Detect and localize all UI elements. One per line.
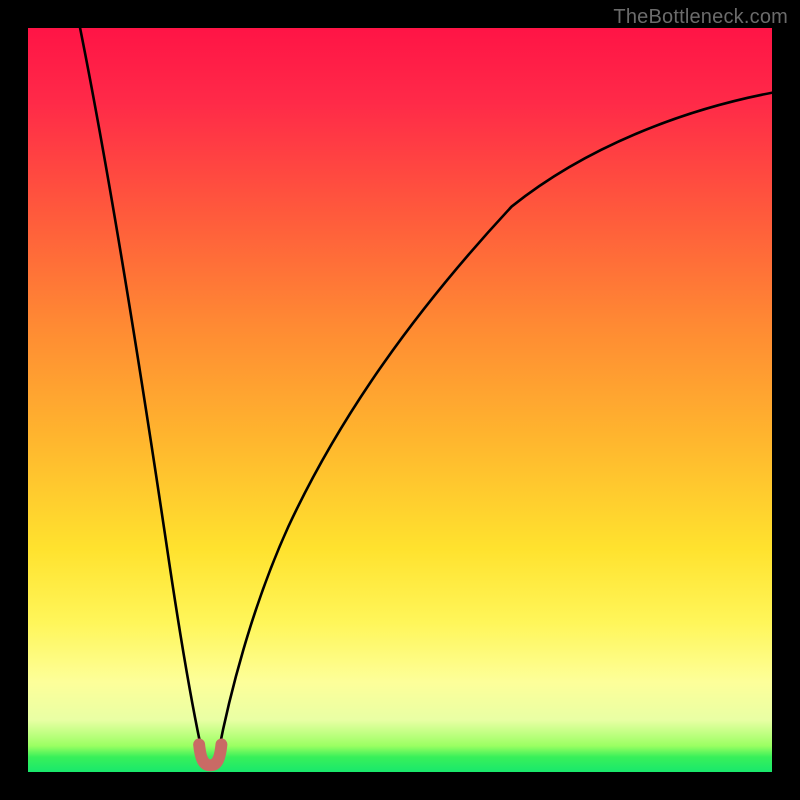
plot-area [28,28,772,772]
curves-svg [28,28,772,772]
curve-right-branch [218,93,772,756]
chart-frame: TheBottleneck.com [0,0,800,800]
valley-marker [199,744,221,765]
curve-left-branch [80,28,203,756]
watermark-text: TheBottleneck.com [613,6,788,29]
